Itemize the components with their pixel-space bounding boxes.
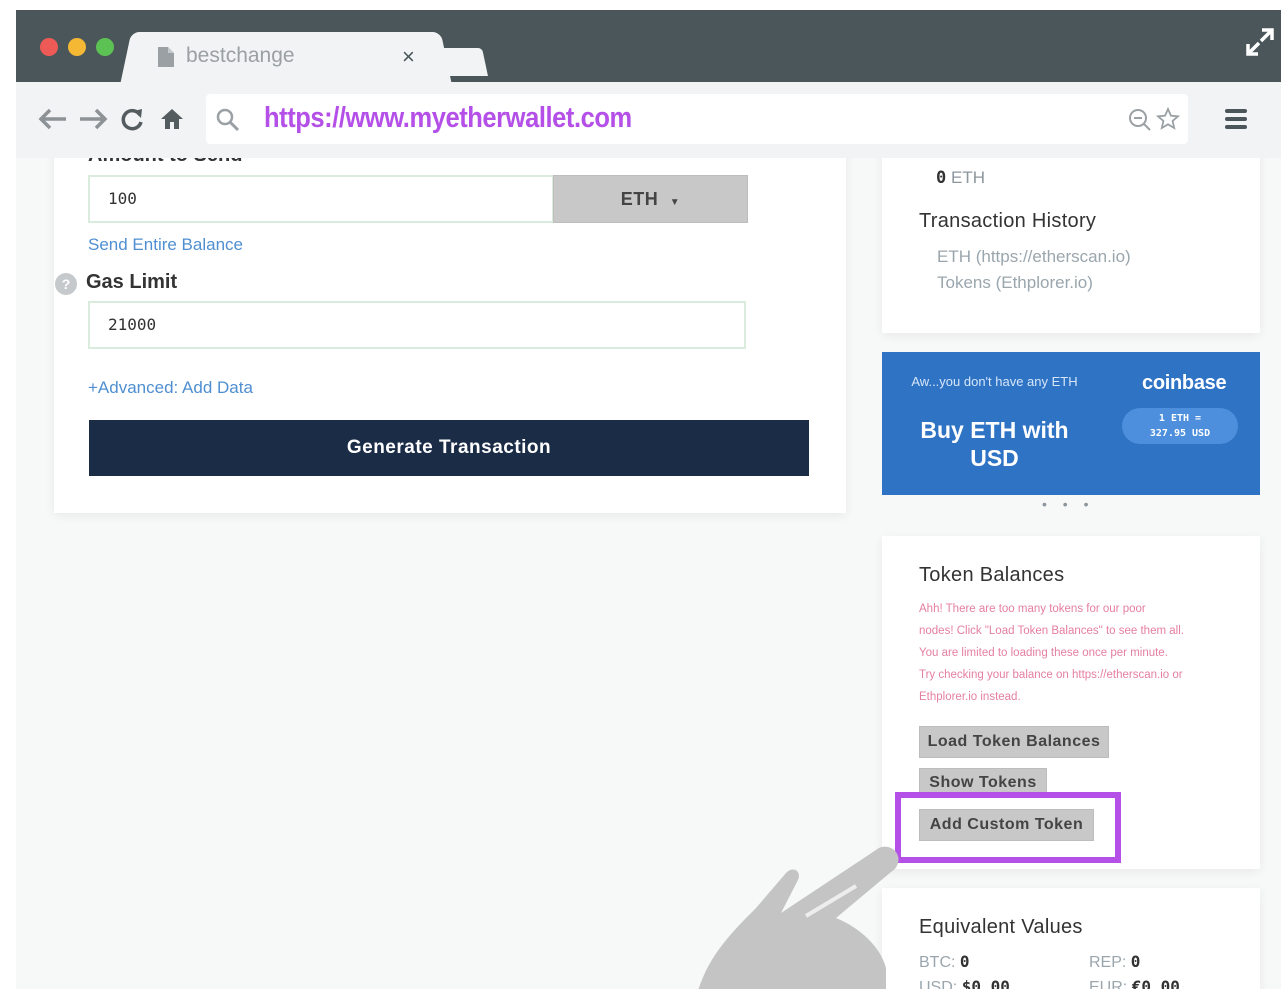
equivalent-values-title: Equivalent Values [919, 916, 1083, 938]
browser-toolbar: https://www.myetherwallet.com [16, 82, 1281, 159]
browser-tab[interactable]: bestchange × [136, 32, 436, 82]
load-token-balances-button[interactable]: Load Token Balances [919, 726, 1109, 758]
browser-window: bestchange × https://www.myetherwallet.c… [16, 10, 1281, 989]
rep-value: REP: 0 [1089, 952, 1141, 971]
amount-input[interactable]: 100 [88, 175, 554, 223]
eur-value: EUR: €0.00 [1089, 977, 1180, 989]
advanced-add-data-link[interactable]: +Advanced: Add Data [88, 378, 253, 398]
close-window-button[interactable] [40, 38, 58, 56]
amount-label: Amount to Send [88, 158, 242, 167]
etherscan-link[interactable]: ETH (https://etherscan.io) [937, 247, 1131, 267]
address-bar[interactable]: https://www.myetherwallet.com [206, 94, 1188, 144]
carousel-pager[interactable]: • • • [1042, 496, 1094, 512]
fullscreen-icon[interactable] [1246, 28, 1274, 56]
caret-down-icon: ▼ [669, 197, 681, 208]
url-text[interactable]: https://www.myetherwallet.com [264, 102, 632, 135]
send-form-card: Amount to Send 100 ETH ▼ Send Entire Bal… [54, 158, 846, 513]
help-icon[interactable]: ? [55, 273, 77, 295]
tab-title: bestchange [186, 44, 295, 67]
pointing-hand-icon [698, 846, 899, 989]
generate-transaction-button[interactable]: Generate Transaction [89, 420, 809, 476]
equivalent-values-card: Equivalent Values BTC: 0 REP: 0 USD: $0.… [882, 888, 1260, 989]
bookmark-star-icon[interactable] [1156, 107, 1180, 131]
balance-value: 0 ETH [936, 168, 985, 188]
promo-title: Buy ETH with USD [920, 417, 1069, 471]
coinbase-promo-banner[interactable]: Aw...you don't have any ETH Buy ETH with… [882, 352, 1260, 495]
document-icon [158, 47, 174, 67]
home-icon[interactable] [160, 107, 184, 131]
forward-icon[interactable] [78, 108, 108, 130]
rate-line-2: 327.95 USD [1149, 428, 1211, 439]
search-icon [216, 108, 240, 132]
eth-rate-pill: 1 ETH = 327.95 USD [1122, 408, 1238, 444]
new-tab-button[interactable] [438, 48, 488, 76]
rate-line-1: 1 ETH = [1158, 413, 1202, 424]
title-bar: bestchange × [16, 10, 1281, 82]
btc-value: BTC: 0 [919, 952, 970, 971]
token-balances-title: Token Balances [919, 564, 1065, 586]
gas-limit-input[interactable]: 21000 [88, 301, 746, 349]
page-content: Amount to Send 100 ETH ▼ Send Entire Bal… [16, 158, 1281, 989]
back-icon[interactable] [38, 108, 68, 130]
tab-close-icon[interactable]: × [402, 44, 415, 70]
gas-limit-label: Gas Limit [86, 271, 178, 293]
minimize-window-button[interactable] [68, 38, 86, 56]
send-entire-balance-link[interactable]: Send Entire Balance [88, 235, 243, 255]
promo-subtitle: Aw...you don't have any ETH [911, 374, 1078, 389]
reload-icon[interactable] [120, 107, 144, 131]
menu-icon[interactable] [1224, 107, 1248, 131]
highlight-box [895, 792, 1121, 863]
maximize-window-button[interactable] [96, 38, 114, 56]
ethplorer-link[interactable]: Tokens (Ethplorer.io) [937, 273, 1093, 293]
currency-label: ETH [620, 189, 659, 209]
coinbase-logo: coinbase [1142, 372, 1227, 394]
account-info-card: 0 ETH Transaction History ETH (https://e… [882, 158, 1260, 333]
zoom-out-icon[interactable] [1128, 108, 1152, 132]
usd-value: USD: $0.00 [919, 977, 1010, 989]
token-warning-text: Ahh! There are too many tokens for our p… [919, 603, 1184, 703]
transaction-history-title: Transaction History [919, 210, 1097, 232]
currency-dropdown[interactable]: ETH ▼ [553, 175, 748, 223]
